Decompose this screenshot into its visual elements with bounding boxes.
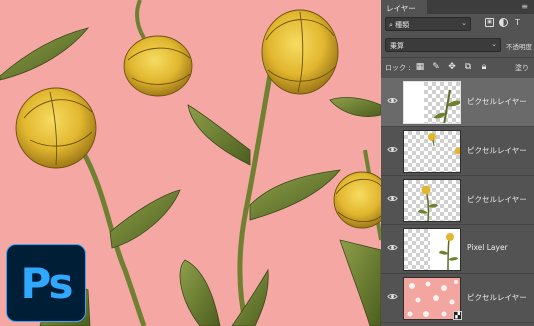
layer-row[interactable]: ▞ ピクセルレイヤー — [381, 274, 534, 323]
fill-label[interactable]: 塗り — [515, 63, 529, 73]
lock-row: ロック : ▦ ✎ ✥ ⧉ 🔒︎ 塗り — [385, 61, 531, 75]
layer-name[interactable]: ピクセルレイヤー — [467, 145, 527, 156]
blend-mode-select[interactable]: 乗算 ⌄ — [385, 38, 501, 52]
eye-icon[interactable] — [387, 193, 398, 204]
layer-name[interactable]: Pixel Layer — [467, 243, 508, 252]
layer-thumbnail — [403, 228, 461, 271]
layer-list: ピクセルレイヤー ピクセルレイヤー ピクセルレイヤー Pixel Layer ▞… — [381, 78, 534, 323]
photoshop-workspace: Ps レイヤー ≡ ⌕ 種類 ⌄ ▣ T 乗算 ⌄ 不透明度 ロック: ▦ ✎… — [0, 0, 534, 326]
layer-row[interactable]: Pixel Layer — [381, 225, 534, 274]
lock-all-icon[interactable]: 🔒︎ — [479, 62, 489, 72]
layer-filter-row: ⌕ 種類 ⌄ ▣ T — [385, 17, 531, 32]
layer-name[interactable]: ピクセルレイヤー — [467, 194, 527, 205]
eye-icon[interactable] — [387, 144, 398, 155]
lock-artboard-icon[interactable]: ⧉ — [463, 62, 473, 72]
image-filter-icon[interactable]: ▣ — [485, 18, 494, 27]
lock-transparency-icon[interactable]: ▦ — [415, 62, 425, 72]
photoshop-logo-text: Ps — [20, 258, 73, 308]
chevron-down-icon: ⌄ — [491, 40, 497, 48]
lock-label: ロック : — [385, 64, 411, 72]
adjustment-filter-icon[interactable] — [499, 18, 508, 27]
lock-position-icon[interactable]: ✥ — [447, 62, 457, 72]
eye-icon[interactable] — [387, 291, 398, 302]
lock-pixels-icon[interactable]: ✎ — [431, 62, 441, 72]
photoshop-logo: Ps — [6, 244, 86, 322]
layers-panel: レイヤー ≡ ⌕ 種類 ⌄ ▣ T 乗算 ⌄ 不透明度 ロック : ▦ ✎ ✥ … — [381, 0, 534, 326]
panel-menu-icon[interactable]: ≡ — [521, 2, 528, 11]
smart-object-badge-icon: ▞ — [453, 311, 462, 320]
blend-mode-value: 乗算 — [390, 42, 404, 50]
layer-name[interactable]: ピクセルレイヤー — [467, 292, 527, 303]
blend-row: 乗算 ⌄ 不透明度 — [385, 38, 532, 52]
divider — [381, 57, 534, 58]
layer-thumbnail — [403, 130, 461, 173]
layer-row[interactable]: ピクセルレイヤー — [381, 127, 534, 176]
layer-name[interactable]: ピクセルレイヤー — [467, 96, 527, 107]
layer-row[interactable]: ピクセルレイヤー — [381, 176, 534, 225]
opacity-label[interactable]: 不透明度 — [506, 41, 532, 51]
tab-layers[interactable]: レイヤー — [381, 0, 427, 14]
layer-row[interactable]: ピクセルレイヤー — [381, 78, 534, 127]
type-filter-icon[interactable]: T — [513, 18, 522, 27]
chevron-down-icon: ⌄ — [461, 19, 467, 27]
layer-thumbnail — [403, 81, 461, 124]
filter-kind-value: 種類 — [395, 21, 410, 29]
panel-tab-bar: レイヤー ≡ — [381, 0, 534, 14]
filter-kind-select[interactable]: ⌕ 種類 ⌄ — [385, 17, 471, 31]
layer-thumbnail — [403, 179, 461, 222]
eye-icon[interactable] — [387, 242, 398, 253]
eye-icon[interactable] — [387, 95, 398, 106]
